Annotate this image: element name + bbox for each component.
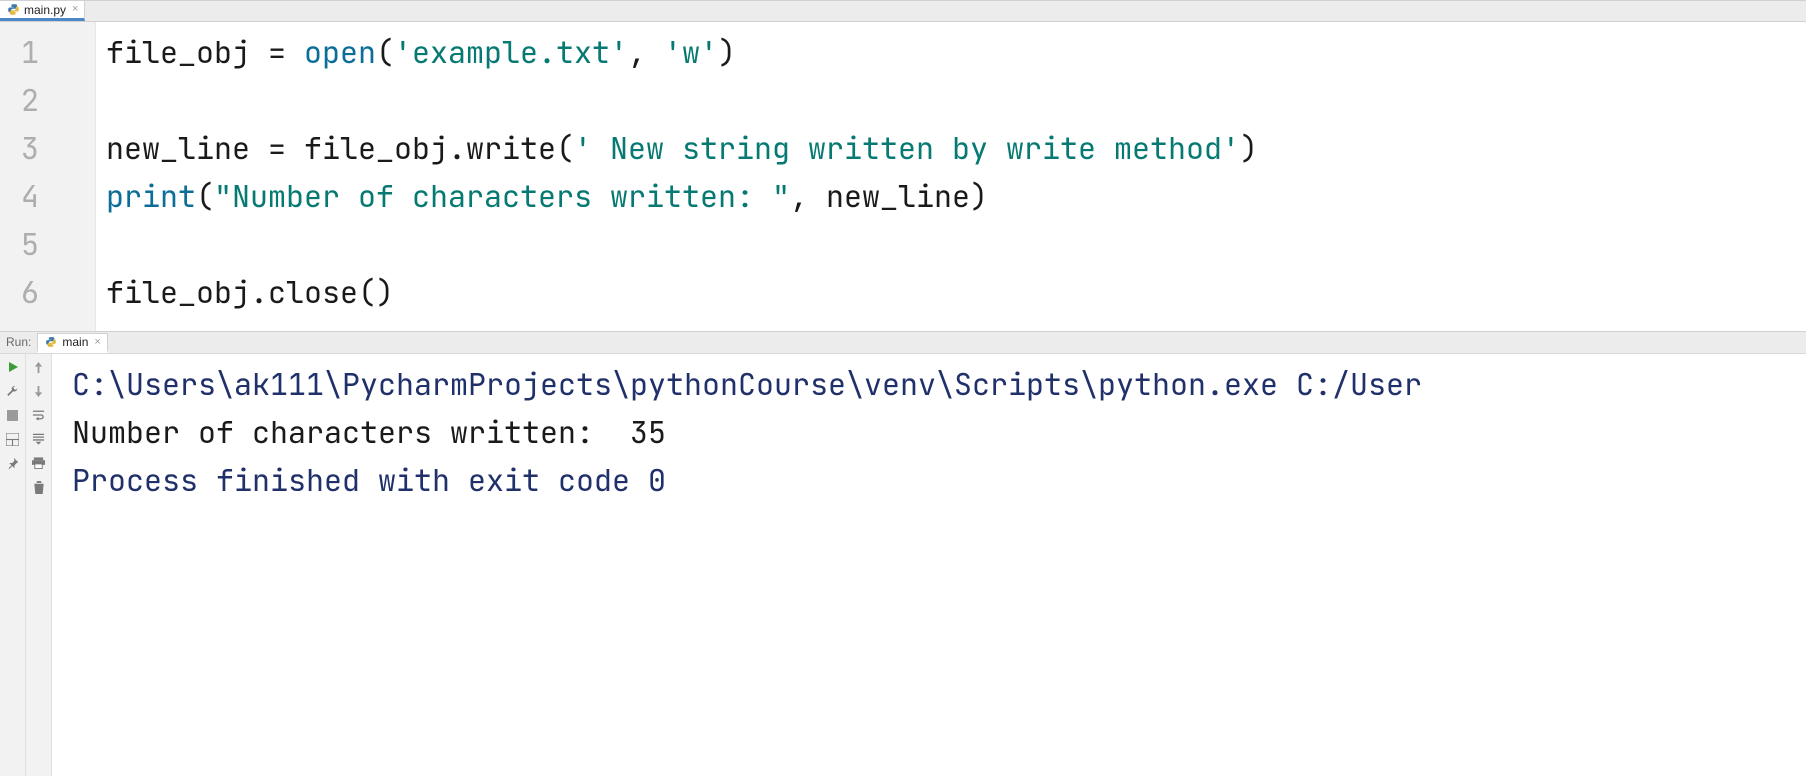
- close-icon[interactable]: ×: [92, 337, 100, 348]
- code-line: file_obj.close(): [106, 268, 1806, 316]
- console-output[interactable]: C:\Users\ak111\PycharmProjects\pythonCou…: [52, 354, 1806, 776]
- soft-wrap-icon[interactable]: [30, 406, 48, 424]
- line-number: 2: [0, 76, 95, 124]
- line-number: 5: [0, 220, 95, 268]
- run-toolbar-secondary: [26, 354, 52, 776]
- editor-area: 1 2 3 4 5 6 file_obj = open('example.txt…: [0, 22, 1806, 332]
- run-toolwindow-body: C:\Users\ak111\PycharmProjects\pythonCou…: [0, 354, 1806, 776]
- layout-icon[interactable]: [4, 430, 22, 448]
- rerun-button[interactable]: [4, 358, 22, 376]
- stop-button[interactable]: [4, 406, 22, 424]
- run-tab-label: main: [62, 335, 88, 349]
- line-number: 1: [0, 28, 95, 76]
- trash-icon[interactable]: [30, 478, 48, 496]
- editor-tab-main-py[interactable]: main.py ×: [0, 1, 85, 21]
- code-line: print("Number of characters written: ", …: [106, 172, 1806, 220]
- pin-icon[interactable]: [4, 454, 22, 472]
- code-line: new_line = file_obj.write(' New string w…: [106, 124, 1806, 172]
- editor-tabstrip: main.py ×: [0, 0, 1806, 22]
- editor-tab-label: main.py: [24, 3, 66, 17]
- line-number: 6: [0, 268, 95, 316]
- console-line: C:\Users\ak111\PycharmProjects\pythonCou…: [72, 360, 1806, 408]
- line-number: 3: [0, 124, 95, 172]
- python-file-icon: [6, 3, 20, 17]
- print-icon[interactable]: [30, 454, 48, 472]
- python-run-icon: [44, 335, 58, 349]
- console-line: Process finished with exit code 0: [72, 456, 1806, 504]
- code-editor[interactable]: file_obj = open('example.txt', 'w') new_…: [96, 22, 1806, 331]
- console-line: Number of characters written: 35: [72, 408, 1806, 456]
- line-number: 4: [0, 172, 95, 220]
- editor-gutter: 1 2 3 4 5 6: [0, 22, 96, 331]
- run-toolwindow-header: Run: main ×: [0, 332, 1806, 354]
- close-icon[interactable]: ×: [70, 4, 78, 15]
- wrench-icon[interactable]: [4, 382, 22, 400]
- down-arrow-icon[interactable]: [30, 382, 48, 400]
- up-arrow-icon[interactable]: [30, 358, 48, 376]
- code-line: [106, 76, 1806, 124]
- code-line: file_obj = open('example.txt', 'w'): [106, 28, 1806, 76]
- run-panel-label: Run:: [0, 332, 37, 353]
- run-toolbar-primary: [0, 354, 26, 776]
- scroll-to-end-icon[interactable]: [30, 430, 48, 448]
- run-tab-main[interactable]: main ×: [37, 333, 107, 353]
- code-line: [106, 220, 1806, 268]
